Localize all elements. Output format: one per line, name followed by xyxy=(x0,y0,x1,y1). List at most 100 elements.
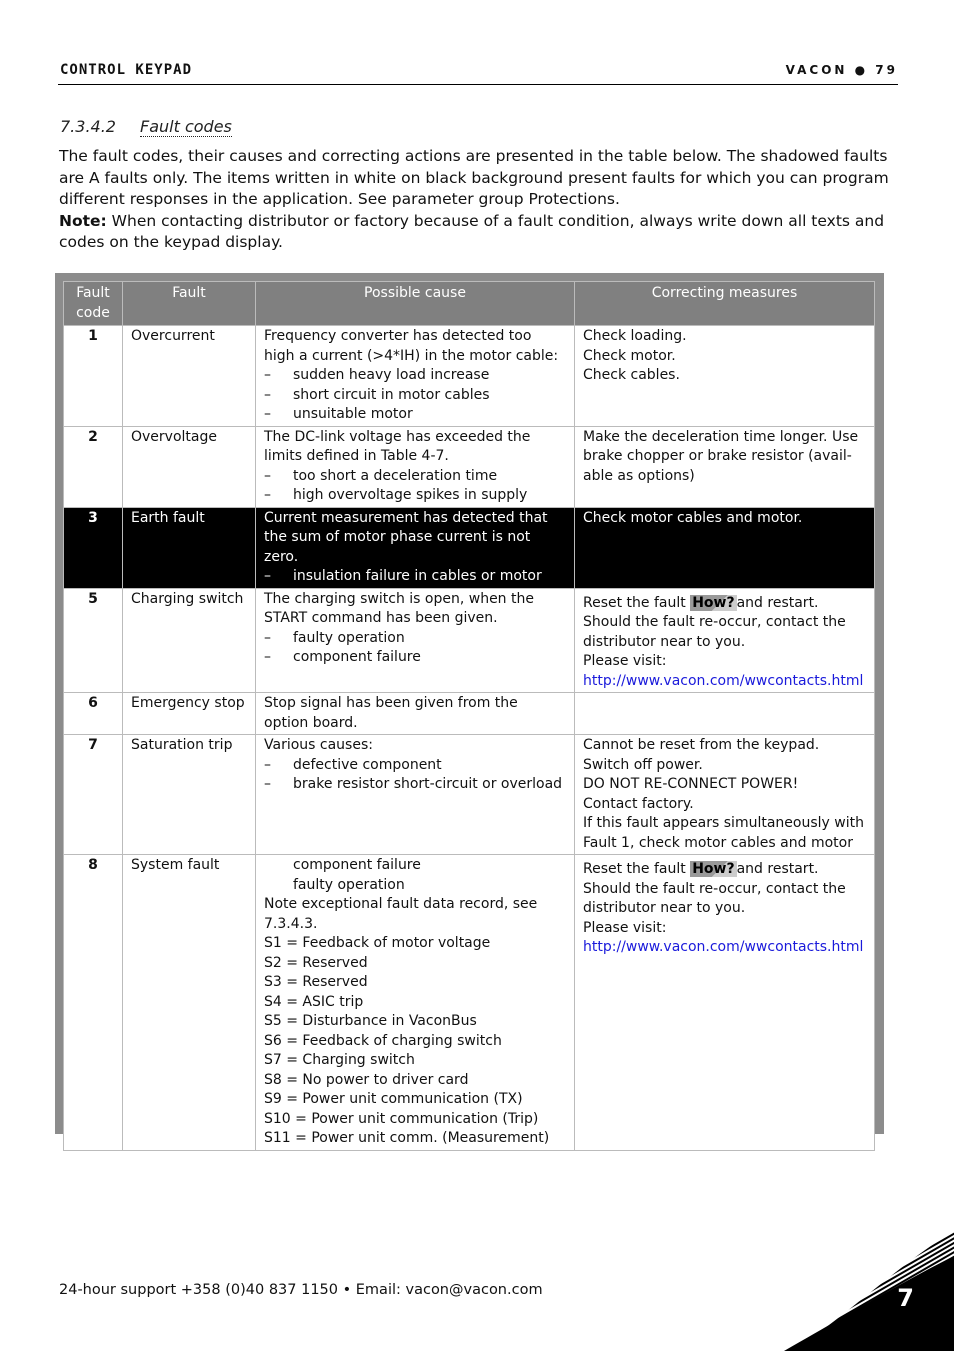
possible-cause: component failure faulty operation Note ex… xyxy=(255,854,575,1151)
header-fault-code: Fault code xyxy=(63,281,123,326)
cause-line: S11 = Power unit comm. (Measurement) xyxy=(264,1130,550,1146)
measure-line: If this fault appears simultaneously wit… xyxy=(583,815,864,851)
cause-line: Current measurement has detected that th… xyxy=(264,509,548,565)
contacts-link[interactable]: http://www.vacon.com/wwcontacts.html xyxy=(583,938,866,958)
cause-line: The DC-link voltage has exceeded the lim… xyxy=(264,428,531,465)
section-heading: 7.3.4.2 Fault codes xyxy=(60,117,232,137)
cause-bullet-text: insulation failure in cables or motor xyxy=(293,568,542,584)
reset-line: Reset the fault How? and restart. xyxy=(583,594,866,614)
measure-line: Check motor cables and motor. xyxy=(583,509,803,526)
intro-paragraph: The fault codes, their causes and correc… xyxy=(59,147,889,208)
correcting-measures: Check motor cables and motor. xyxy=(574,506,875,589)
header-rule xyxy=(58,84,898,85)
cause-line: S3 = Reserved xyxy=(264,974,368,990)
cause-bullet: – defective component xyxy=(264,756,442,773)
measure-line: Make the deceleration time longer. Use b… xyxy=(583,428,859,484)
cause-bullet-text: brake resistor short-circuit or overload xyxy=(293,776,563,792)
correcting-measures: Reset the fault How? and restart. Should t… xyxy=(574,854,875,1151)
measure-line: DO NOT RE-CONNECT POWER! xyxy=(583,776,799,792)
cause-bullet-text: faulty operation xyxy=(293,629,405,646)
fault-name: Charging switch xyxy=(122,587,256,693)
fault-code: 3 xyxy=(63,506,123,589)
cause-line: S4 = ASIC trip xyxy=(264,993,364,1010)
cause-line: Frequency converter has detected too xyxy=(264,328,532,344)
contacts-link[interactable]: http://www.vacon.com/wwcontacts.html xyxy=(583,672,866,692)
cause-line: S1 = Feedback of motor voltage xyxy=(264,935,491,951)
cause-indented-item: faulty operation xyxy=(293,876,405,893)
cause-bullet-text: component failure xyxy=(293,649,421,665)
fault-name: Emergency stop xyxy=(122,692,256,735)
measure-line: Check motor. xyxy=(583,347,676,364)
possible-cause: Various causes: – defective component – brak… xyxy=(255,734,575,855)
correcting-measures: Reset the fault How? and restart. Should t… xyxy=(574,587,875,693)
measure-line: Check cables. xyxy=(583,367,680,383)
section-title: Fault codes xyxy=(140,117,232,137)
cause-bullet: – component failure xyxy=(264,649,421,665)
corner-decoration xyxy=(784,1231,954,1351)
reset-pre: Reset the fault xyxy=(583,594,691,611)
measure-line: Should the fault re-occur, contact the d… xyxy=(583,880,846,917)
cause-bullet: – brake resistor short-circuit or overloa… xyxy=(264,776,563,792)
how-button[interactable]: How? xyxy=(690,861,737,877)
cause-bullet-text: sudden heavy load increase xyxy=(293,367,490,383)
reset-pre: Reset the fault xyxy=(583,861,691,877)
section-number: 7.3.4.2 xyxy=(60,117,116,136)
fault-name: Earth fault xyxy=(122,506,256,589)
note-text: When contacting distributor or factory b… xyxy=(59,211,885,252)
measure-line: Please visit: xyxy=(583,919,667,936)
measure-line: Check loading. xyxy=(583,328,687,344)
support-footer: 24-hour support +358 (0)40 837 1150 • Em… xyxy=(59,1282,543,1298)
intro-text: The fault codes, their causes and correc… xyxy=(59,146,899,254)
table-row: 8 System fault component failure faulty o… xyxy=(63,854,875,1151)
cause-line: S10 = Power unit communication (Trip) xyxy=(264,1110,539,1127)
table-row: 7 Saturation trip Various causes: – defect… xyxy=(63,734,875,855)
cause-bullet: – high overvoltage spikes in supply xyxy=(264,487,528,503)
note-label: Note: xyxy=(59,211,107,230)
possible-cause: Stop signal has been given from the opti… xyxy=(255,692,575,735)
cause-line: S5 = Disturbance in VaconBus xyxy=(264,1013,477,1029)
cause-bullet: – short circuit in motor cables xyxy=(264,386,490,403)
cause-bullet: – too short a deceleration time xyxy=(264,467,498,484)
measure-line: Please visit: xyxy=(583,653,667,669)
cause-line: Various causes: xyxy=(264,737,373,753)
table-row: 5 Charging switch The charging switch is… xyxy=(63,587,875,693)
fault-name: Overvoltage xyxy=(122,425,256,508)
cause-line: S8 = No power to driver card xyxy=(264,1071,469,1088)
header-fault: Fault xyxy=(122,281,256,326)
how-button[interactable]: How? xyxy=(690,594,737,611)
cause-bullet-text: high overvoltage spikes in supply xyxy=(293,487,528,503)
fault-name: System fault xyxy=(122,854,256,1151)
cause-bullet: – unsuitable motor xyxy=(264,406,413,422)
fault-table: Fault code Fault Possible cause Correcti… xyxy=(63,281,875,1151)
fault-name: Saturation trip xyxy=(122,734,256,855)
cause-line: S9 = Power unit communication (TX) xyxy=(264,1091,523,1107)
cause-line: high a current (>4*IH) in the motor cabl… xyxy=(264,347,559,364)
fault-name: Overcurrent xyxy=(122,325,256,427)
cause-line: S7 = Charging switch xyxy=(264,1052,415,1068)
cause-line: The charging switch is open, when the ST… xyxy=(264,590,534,627)
possible-cause: Current measurement has detected that th… xyxy=(255,506,575,589)
cause-bullet-text: too short a deceleration time xyxy=(293,467,498,484)
table-row: 2 Overvoltage The DC-link voltage has ex… xyxy=(63,425,875,508)
possible-cause: Frequency converter has detected too high… xyxy=(255,325,575,427)
table-row: 1 Overcurrent Frequency converter has de… xyxy=(63,325,875,427)
cause-line: S6 = Feedback of charging switch xyxy=(264,1032,502,1049)
correcting-measures xyxy=(574,692,875,735)
cause-bullet: – insulation failure in cables or motor xyxy=(264,568,542,584)
correcting-measures: Cannot be reset from the keypad. Switch o… xyxy=(574,734,875,855)
measure-line: Should the fault re-occur, contact the d… xyxy=(583,614,846,650)
cause-bullet: – sudden heavy load increase xyxy=(264,367,490,383)
measure-line: Cannot be reset from the keypad. xyxy=(583,737,820,753)
measure-line: Switch off power. xyxy=(583,756,703,773)
fault-code: 2 xyxy=(63,425,123,508)
fault-code: 7 xyxy=(63,734,123,855)
fault-code: 8 xyxy=(63,854,123,1151)
chapter-number: 7 xyxy=(897,1284,914,1312)
reset-post: and restart. xyxy=(736,594,819,611)
possible-cause: The charging switch is open, when the ST… xyxy=(255,587,575,693)
measure-line: Contact factory. xyxy=(583,795,694,812)
cause-bullet-text: short circuit in motor cables xyxy=(293,386,490,403)
cause-line: Stop signal has been given from the opti… xyxy=(264,695,518,731)
fault-code: 6 xyxy=(63,692,123,735)
cause-indented-item: component failure xyxy=(293,857,421,873)
